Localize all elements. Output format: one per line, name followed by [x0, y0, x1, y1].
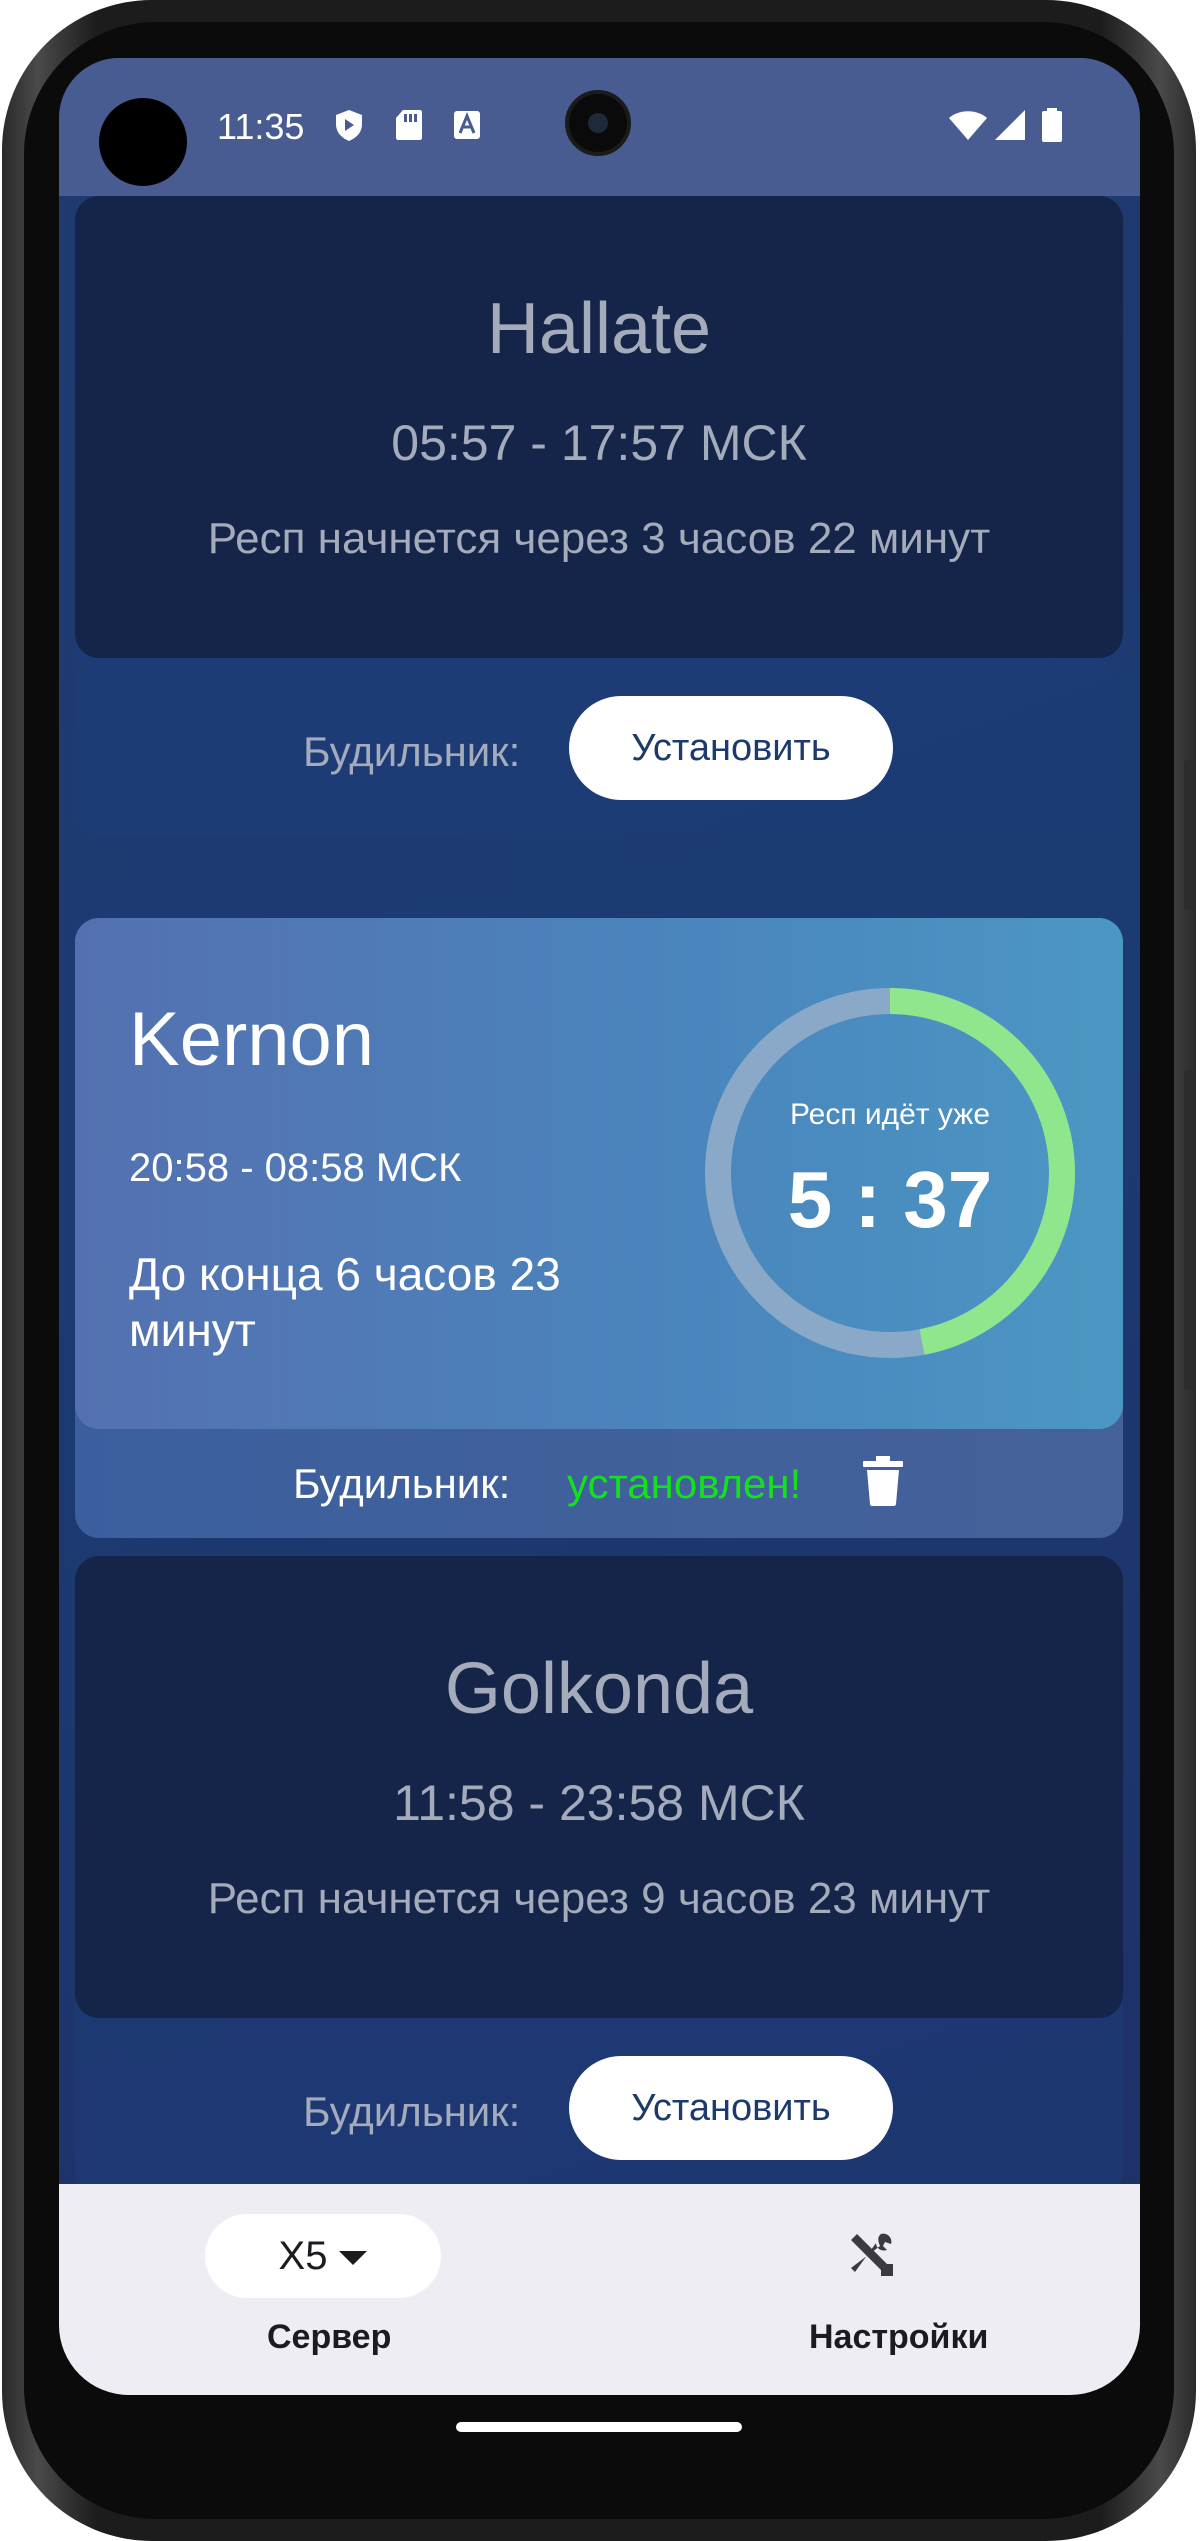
volume-button	[1184, 760, 1196, 910]
status-bar: 11:35	[59, 58, 1140, 196]
delete-alarm-icon[interactable]	[863, 1456, 903, 1506]
server-card: Hallate 05:57 - 17:57 МСК Респ начнется …	[75, 196, 1123, 836]
server-status: Респ начнется через 3 часов 22 минут	[207, 514, 991, 563]
alarm-label: Будильник:	[303, 728, 521, 775]
settings-nav-label: Настройки	[809, 2318, 989, 2356]
signal-icon	[995, 110, 1025, 140]
server-name: Kernon	[129, 997, 375, 1082]
alarm-label: Будильник:	[303, 2088, 521, 2135]
server-info: Hallate 05:57 - 17:57 МСК Респ начнется …	[75, 196, 1123, 658]
server-status: Респ начнется через 9 часов 23 минут	[207, 1874, 991, 1923]
screen: 11:35 Hallate 05:57 - 17:57 МСК Респ нач…	[59, 58, 1140, 2395]
home-indicator[interactable]	[456, 2422, 742, 2432]
server-status: До конца 6 часов 23 минут	[129, 1248, 561, 1356]
battery-icon	[1042, 108, 1062, 142]
alarm-row: Будильник: Установить	[75, 2056, 1123, 2160]
display-cutout	[99, 98, 187, 186]
server-nav-label: Сервер	[267, 2318, 392, 2356]
tools-icon	[851, 2233, 893, 2276]
server-info: Golkonda 11:58 - 23:58 МСК Респ начнется…	[75, 1556, 1123, 2018]
status-time: 11:35	[217, 106, 305, 147]
power-button	[1184, 1070, 1196, 1390]
alarm-status: установлен!	[567, 1460, 802, 1507]
server-select-value: X5	[278, 2234, 328, 2278]
alarm-label: Будильник:	[293, 1460, 511, 1507]
alarm-row: Будильник: Установить	[75, 696, 1123, 800]
server-name: Golkonda	[444, 1649, 754, 1729]
progress-time: 5 : 37	[787, 1155, 993, 1244]
server-name: Hallate	[486, 289, 712, 369]
dropdown-arrow-icon	[339, 2251, 368, 2266]
shield-icon	[336, 110, 362, 141]
server-list[interactable]: Hallate 05:57 - 17:57 МСК Респ начнется …	[59, 196, 1140, 2242]
server-hours: 20:58 - 08:58 МСК	[129, 1146, 462, 1190]
server-hours: 11:58 - 23:58 МСК	[393, 1775, 805, 1831]
sd-card-icon	[396, 110, 422, 140]
active-server-card: Kernon 20:58 - 08:58 МСК До конца 6 часо…	[75, 918, 1123, 1538]
server-select[interactable]: X5	[205, 2214, 441, 2298]
server-info: Kernon 20:58 - 08:58 МСК До конца 6 часо…	[75, 918, 1123, 1429]
front-camera	[565, 90, 631, 156]
bottom-navigation: X5 Сервер Настройки	[59, 2184, 1140, 2395]
translate-icon	[454, 111, 480, 139]
set-alarm-button[interactable]: Установить	[569, 2056, 893, 2160]
progress-label: Респ идёт уже	[789, 1098, 991, 1131]
server-hours: 05:57 - 17:57 МСК	[391, 415, 807, 471]
set-alarm-button[interactable]: Установить	[569, 696, 893, 800]
wifi-icon	[949, 111, 987, 140]
server-card: Golkonda 11:58 - 23:58 МСК Респ начнется…	[75, 1556, 1123, 2196]
